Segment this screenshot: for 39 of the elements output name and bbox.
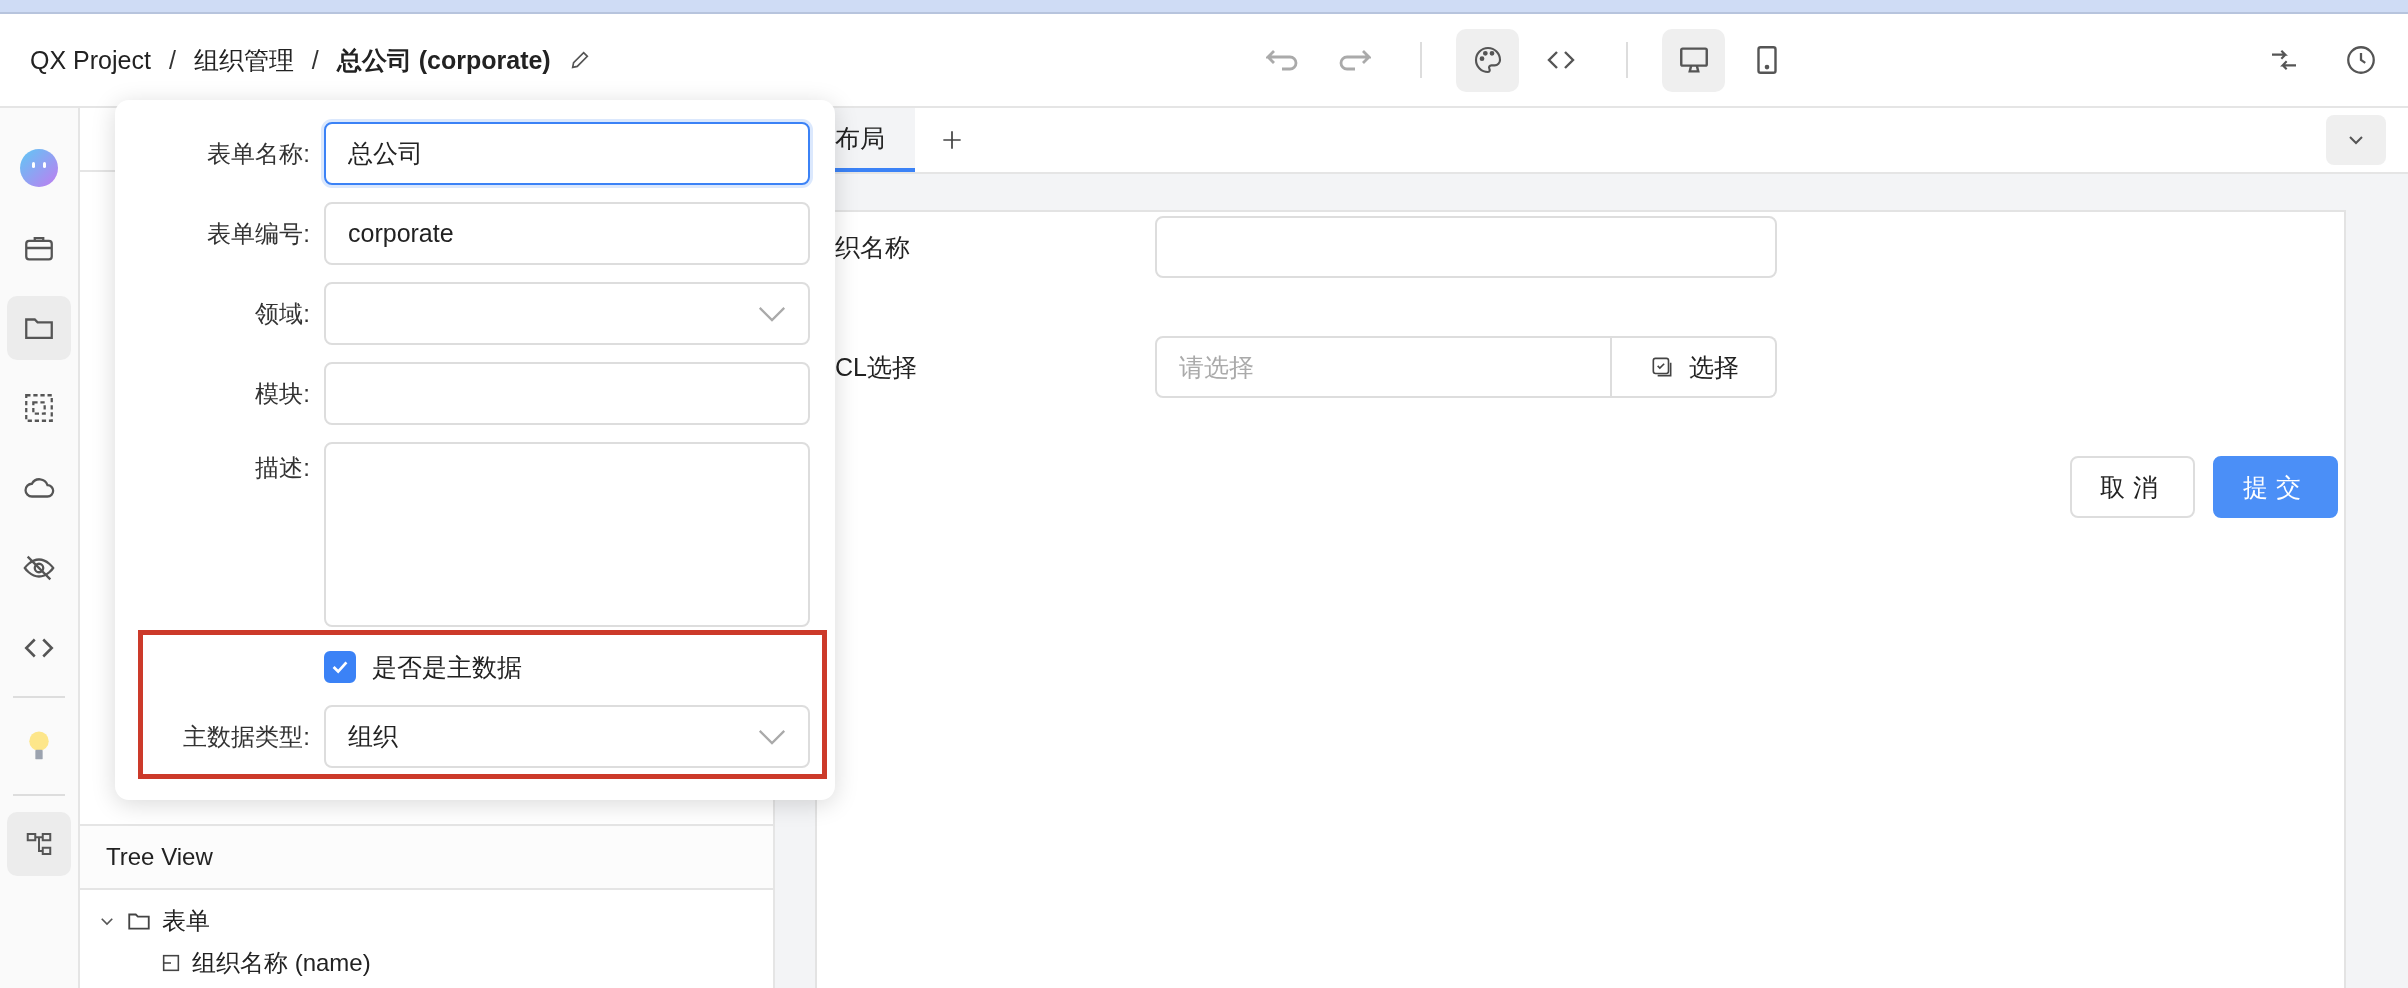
field-label: 织名称: [835, 231, 911, 263]
redo-icon: [1338, 49, 1371, 71]
panel-title: Tree View: [106, 843, 213, 871]
tree-item-label[interactable]: 组织名称 (name): [192, 947, 371, 979]
chevron-down-icon: [758, 305, 786, 322]
input-field[interactable]: 请选择: [1155, 336, 1612, 398]
breadcrumb-separator: /: [168, 45, 176, 75]
select-field[interactable]: 组织: [324, 705, 810, 768]
rail-item[interactable]: [7, 296, 71, 360]
textarea-field[interactable]: [324, 442, 810, 627]
undo-icon: [1265, 49, 1298, 71]
field-label: 主数据类型:: [182, 721, 311, 752]
field-label: 描述:: [254, 453, 311, 483]
tree-item-label: 表单: [162, 906, 210, 936]
master-data-checkbox[interactable]: 是否是主数据: [324, 643, 522, 691]
chevron-down-icon: [758, 728, 786, 745]
field-icon: [160, 952, 182, 974]
field-label: 表单编号:: [206, 218, 311, 249]
breadcrumb-separator: /: [311, 45, 319, 75]
input-field[interactable]: [1155, 216, 1777, 278]
field-label: 领域:: [254, 298, 311, 329]
rail-item[interactable]: [7, 812, 71, 876]
input-field[interactable]: 总公司: [324, 122, 810, 185]
history-clock-icon[interactable]: [2344, 43, 2378, 77]
breadcrumb-link[interactable]: QX Project: [30, 45, 151, 75]
select-field[interactable]: [324, 282, 810, 345]
input-field[interactable]: [324, 362, 810, 425]
select-button[interactable]: 选择: [1612, 336, 1777, 398]
field-label: 表单名称:: [206, 138, 311, 169]
palette-button[interactable]: [1456, 28, 1519, 92]
breadcrumb-link[interactable]: 组织管理: [193, 43, 294, 77]
breadcrumb-current: 总公司 (corporate): [336, 44, 551, 76]
field-label: CL选择: [835, 351, 918, 383]
field-label: 模块:: [254, 378, 311, 409]
selection-icon: [22, 391, 56, 425]
input-field[interactable]: corporate: [324, 202, 810, 265]
desktop-view-button[interactable]: [1662, 28, 1725, 92]
avatar-icon: [19, 148, 59, 188]
cancel-button[interactable]: 取消: [2070, 456, 2195, 518]
